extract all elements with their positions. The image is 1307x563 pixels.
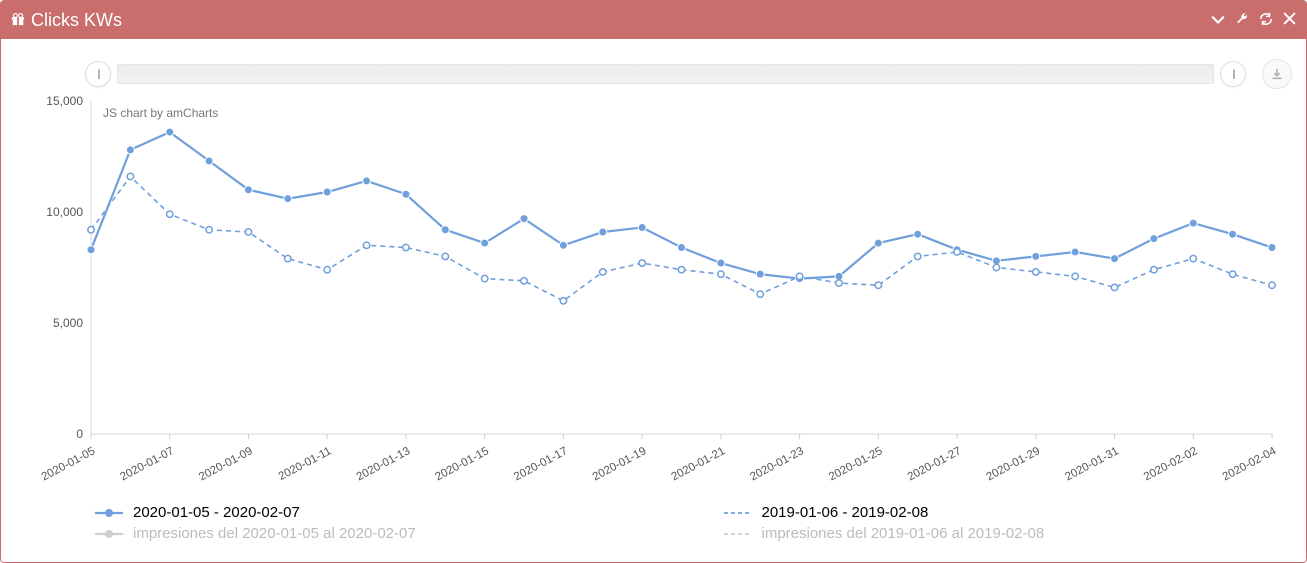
svg-text:2020-01-17: 2020-01-17	[512, 445, 570, 483]
scrollbar-handle-right[interactable]: ||	[1220, 61, 1246, 87]
svg-text:2020-01-21: 2020-01-21	[670, 445, 728, 483]
line-chart: 0 5,000 10,000 15,000 JS chart by amCharts 20…	[15, 93, 1292, 494]
gift-icon	[11, 12, 25, 29]
svg-text:JS chart by amCharts: JS chart by amCharts	[103, 106, 218, 120]
legend-item-series3[interactable]: impresiones del 2020-01-05 al 2020-02-07	[95, 525, 664, 542]
legend-item-series2[interactable]: 2019-01-06 - 2019-02-08	[724, 504, 1293, 521]
svg-text:2020-01-19: 2020-01-19	[591, 445, 649, 483]
panel-body: || || 0 5,000 10,000 15,000 JS chart by amCh…	[1, 39, 1306, 562]
legend-swatch-dash	[724, 506, 752, 520]
legend-item-series1[interactable]: 2020-01-05 - 2020-02-07	[95, 504, 664, 521]
chart-scrollbar: || ||	[85, 59, 1292, 89]
download-button[interactable]	[1262, 59, 1292, 89]
legend-swatch-solid	[95, 506, 123, 520]
legend: 2020-01-05 - 2020-02-07 impresiones del …	[15, 494, 1292, 552]
svg-text:2020-01-15: 2020-01-15	[433, 445, 491, 483]
legend-label: 2020-01-05 - 2020-02-07	[133, 504, 300, 521]
svg-text:2020-01-31: 2020-01-31	[1063, 445, 1121, 483]
svg-text:2020-01-25: 2020-01-25	[827, 445, 885, 483]
close-icon[interactable]	[1283, 12, 1296, 28]
svg-text:2020-02-04: 2020-02-04	[1221, 445, 1279, 483]
svg-text:2020-01-07: 2020-01-07	[118, 445, 176, 483]
scrollbar-handle-left[interactable]: ||	[85, 61, 111, 87]
svg-text:2020-02-02: 2020-02-02	[1142, 445, 1200, 483]
legend-label: 2019-01-06 - 2019-02-08	[762, 504, 929, 521]
legend-label: impresiones del 2020-01-05 al 2020-02-07	[133, 525, 416, 542]
svg-text:2020-01-29: 2020-01-29	[984, 445, 1042, 483]
scrollbar-track[interactable]	[117, 64, 1214, 84]
svg-text:2020-01-27: 2020-01-27	[906, 445, 964, 483]
legend-swatch-grey-dash	[724, 527, 752, 541]
panel-header-actions	[1211, 12, 1296, 29]
panel-header: Clicks KWs	[1, 1, 1306, 39]
svg-text:2020-01-23: 2020-01-23	[748, 445, 806, 483]
collapse-icon[interactable]	[1211, 12, 1225, 29]
chart-area: 0 5,000 10,000 15,000 JS chart by amCharts 20…	[15, 93, 1292, 494]
svg-text:0: 0	[76, 427, 83, 441]
svg-text:5,000: 5,000	[53, 316, 83, 330]
svg-text:2020-01-11: 2020-01-11	[277, 445, 334, 483]
svg-text:15,000: 15,000	[46, 94, 83, 108]
download-icon	[1270, 67, 1284, 81]
svg-text:2020-01-13: 2020-01-13	[355, 445, 413, 483]
svg-text:2020-01-09: 2020-01-09	[197, 445, 255, 483]
svg-text:2020-01-05: 2020-01-05	[40, 445, 98, 483]
legend-label: impresiones del 2019-01-06 al 2019-02-08	[762, 525, 1045, 542]
legend-item-series4[interactable]: impresiones del 2019-01-06 al 2019-02-08	[724, 525, 1293, 542]
refresh-icon[interactable]	[1259, 12, 1273, 29]
legend-swatch-grey-solid	[95, 527, 123, 541]
wrench-icon[interactable]	[1235, 12, 1249, 29]
panel-title: Clicks KWs	[31, 10, 122, 31]
svg-text:10,000: 10,000	[46, 205, 83, 219]
panel: Clicks KWs || || 05,00010,	[0, 0, 1307, 563]
